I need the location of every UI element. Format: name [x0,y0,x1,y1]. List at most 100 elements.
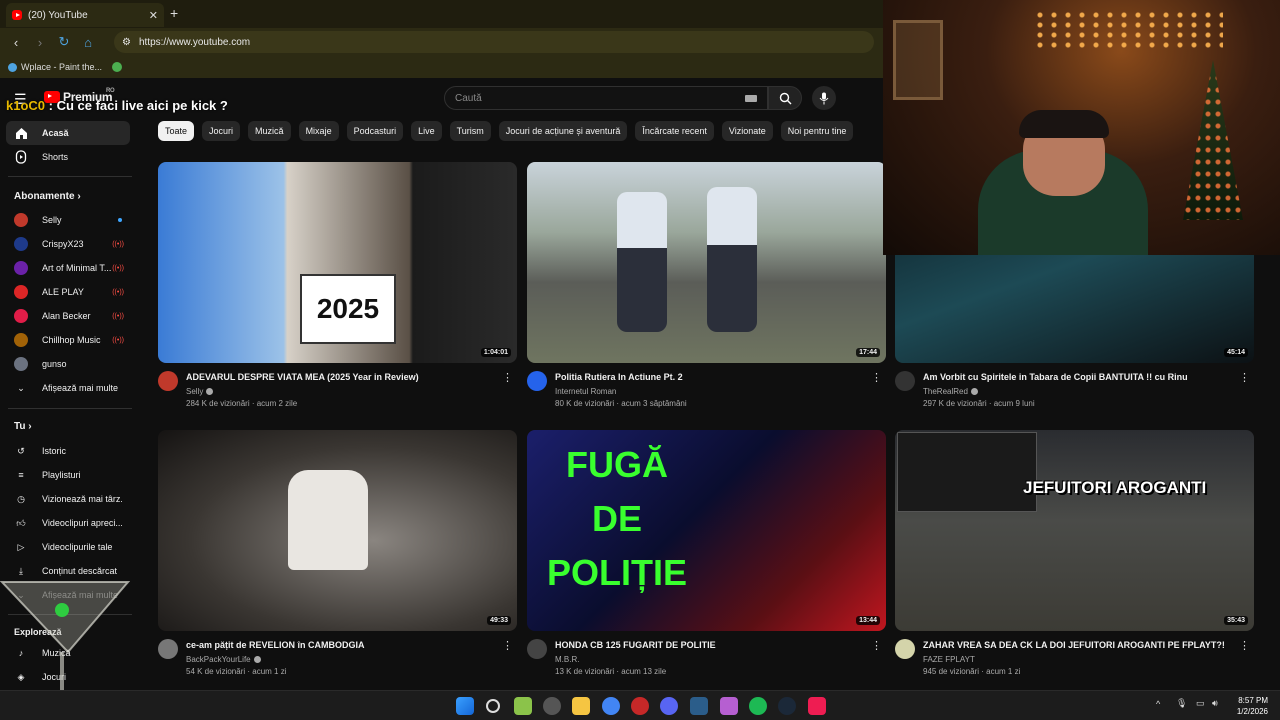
channel-name[interactable]: Internetul Roman [555,387,616,396]
more-options-icon[interactable]: ⋮ [871,639,882,652]
chip-new-for-you[interactable]: Noi pentru tine [780,121,854,141]
sidebar-sub-crispyx23[interactable]: CrispyX23 ((•)) [6,232,130,256]
sidebar-sub-selly[interactable]: Selly [6,208,130,232]
video-thumbnail[interactable]: FUGĂ DE POLIȚIE 13:44 [527,430,886,631]
search-button[interactable] [768,86,802,110]
steam-icon[interactable] [778,697,796,715]
chip-live[interactable]: Live [411,121,442,141]
sidebar-item-watch-later[interactable]: ◷ Vizionează mai târz... [6,487,130,511]
search-icon[interactable] [486,699,500,713]
url-field[interactable]: ⚙ https://www.youtube.com [114,31,874,53]
more-options-icon[interactable]: ⋮ [502,371,513,384]
video-card[interactable]: JEFUITORI AROGANTI 35:43 ZAHAR VREA SA D… [895,430,1254,679]
app-icon[interactable] [690,697,708,715]
sidebar-item-history[interactable]: ↺ Istoric [6,439,130,463]
channel-name[interactable]: M.B.R. [555,655,579,664]
sidebar-item-home[interactable]: Acasă [6,121,130,145]
channel-avatar[interactable] [158,639,178,659]
sidebar-show-more-subs[interactable]: ⌄ Afișează mai multe [6,376,130,400]
video-card[interactable]: FUGĂ DE POLIȚIE 13:44 HONDA CB 125 FUGAR… [527,430,886,679]
video-title[interactable]: Politia Rutiera In Actiune Pt. 2 [555,372,865,382]
channel-avatar[interactable] [527,639,547,659]
search-input[interactable]: Caută [444,86,768,110]
chip-tourism[interactable]: Turism [449,121,491,141]
discord-icon[interactable] [660,697,678,715]
volume-icon[interactable]: 🔊︎ [1212,698,1218,709]
chip-watched[interactable]: Vizionate [721,121,773,141]
video-title[interactable]: ce-am pățit de REVELION în CAMBODGIA [186,640,496,650]
live-icon: ((•)) [112,264,124,272]
new-tab-icon[interactable]: + [170,5,178,21]
system-clock[interactable]: 8:57 PM 1/2/2026 [1237,695,1268,717]
more-options-icon[interactable]: ⋮ [1239,639,1250,652]
sidebar-sub-gunso[interactable]: gunso [6,352,130,376]
app-icon[interactable] [720,697,738,715]
close-tab-icon[interactable]: ✕ [149,9,158,22]
more-options-icon[interactable]: ⋮ [871,371,882,384]
video-stats: 54 K de vizionări · acum 1 zi [186,667,287,676]
sidebar-item-liked[interactable]: 👍︎ Videoclipuri apreci... [6,511,130,535]
tab-youtube[interactable]: (20) YouTube ✕ [6,3,164,27]
media-player-icon[interactable] [631,697,649,715]
sidebar-sub-alan-becker[interactable]: Alan Becker ((•)) [6,304,130,328]
sidebar-item-playlists[interactable]: ≡ Playlisturi [6,463,130,487]
chip-mixes[interactable]: Mixaje [298,121,339,141]
video-thumbnail[interactable]: 2025 1:04:01 [158,162,517,363]
back-icon[interactable]: ‹ [4,35,28,50]
channel-avatar[interactable] [158,371,178,391]
spotify-icon[interactable] [749,697,767,715]
channel-avatar[interactable] [527,371,547,391]
video-thumbnail[interactable]: 17:44 [527,162,886,363]
sidebar-sub-ale-play[interactable]: ALE PLAY ((•)) [6,280,130,304]
file-explorer-icon[interactable] [572,697,590,715]
video-thumbnail[interactable]: 49:33 [158,430,517,631]
channel-name[interactable]: BackPackYourLife [186,655,261,664]
youtube-favicon-icon [12,10,22,20]
network-icon[interactable]: ▭ [1196,698,1205,709]
channel-avatar[interactable] [895,639,915,659]
video-card[interactable]: 2025 1:04:01 ADEVARUL DESPRE VIATA MEA (… [158,162,517,411]
channel-name[interactable]: TheRealRed [923,387,978,396]
chip-all[interactable]: Toate [158,121,195,141]
chip-music[interactable]: Muzică [248,121,291,141]
sidebar-sub-art-of-minimal[interactable]: Art of Minimal T... ((•)) [6,256,130,280]
video-title[interactable]: Am Vorbit cu Spiritele in Tabara de Copi… [923,372,1233,382]
site-settings-icon[interactable]: ⚙ [122,37,131,48]
app-icon[interactable] [543,697,561,715]
live-icon: ((•)) [112,240,124,248]
microphone-icon[interactable]: 🎙︎ [1176,698,1187,709]
bookmark-wplace[interactable]: Wplace - Paint the... [8,62,102,73]
video-title[interactable]: HONDA CB 125 FUGARIT DE POLITIE [555,640,865,650]
notepad-icon[interactable] [514,697,532,715]
reload-icon[interactable]: ↻ [52,34,76,50]
video-card[interactable]: 17:44 Politia Rutiera In Actiune Pt. 2 I… [527,162,886,411]
forward-icon[interactable]: › [28,35,52,50]
home-icon[interactable]: ⌂ [76,35,100,50]
you-heading[interactable]: Tu › [14,421,32,432]
chip-games[interactable]: Jocuri [202,121,241,141]
keyboard-icon[interactable] [745,94,757,102]
tiktok-icon[interactable] [808,697,826,715]
chip-podcasts[interactable]: Podcasturi [346,121,404,141]
video-title[interactable]: ADEVARUL DESPRE VIATA MEA (2025 Year in … [186,372,496,382]
channel-name[interactable]: Selly [186,387,214,396]
video-card[interactable]: 49:33 ce-am pățit de REVELION în CAMBODG… [158,430,517,679]
windows-start-icon[interactable] [456,697,474,715]
voice-search-button[interactable] [812,86,836,110]
sidebar-item-your-videos[interactable]: ▷ Videoclipurile tale [6,535,130,559]
chip-action-games[interactable]: Jocuri de acțiune și aventură [498,121,628,141]
sidebar-label: Conținut descărcat [42,566,118,576]
video-thumbnail[interactable]: JEFUITORI AROGANTI 35:43 [895,430,1254,631]
channel-name[interactable]: FAZE FPLAYT [923,655,975,664]
video-title[interactable]: ZAHAR VREA SA DEA CK LA DOI JEFUITORI AR… [923,640,1233,650]
sidebar-sub-chillhop[interactable]: Chillhop Music ((•)) [6,328,130,352]
sidebar-item-shorts[interactable]: Shorts [6,145,130,169]
bookmark-globe-icon[interactable] [112,62,123,72]
more-options-icon[interactable]: ⋮ [1239,371,1250,384]
browser-icon[interactable] [602,697,620,715]
tray-chevron-icon[interactable]: ^ [1156,699,1160,709]
channel-avatar[interactable] [895,371,915,391]
chip-recent-uploads[interactable]: Încărcate recent [635,121,714,141]
more-options-icon[interactable]: ⋮ [502,639,513,652]
subscriptions-heading[interactable]: Abonamente › [14,191,81,202]
